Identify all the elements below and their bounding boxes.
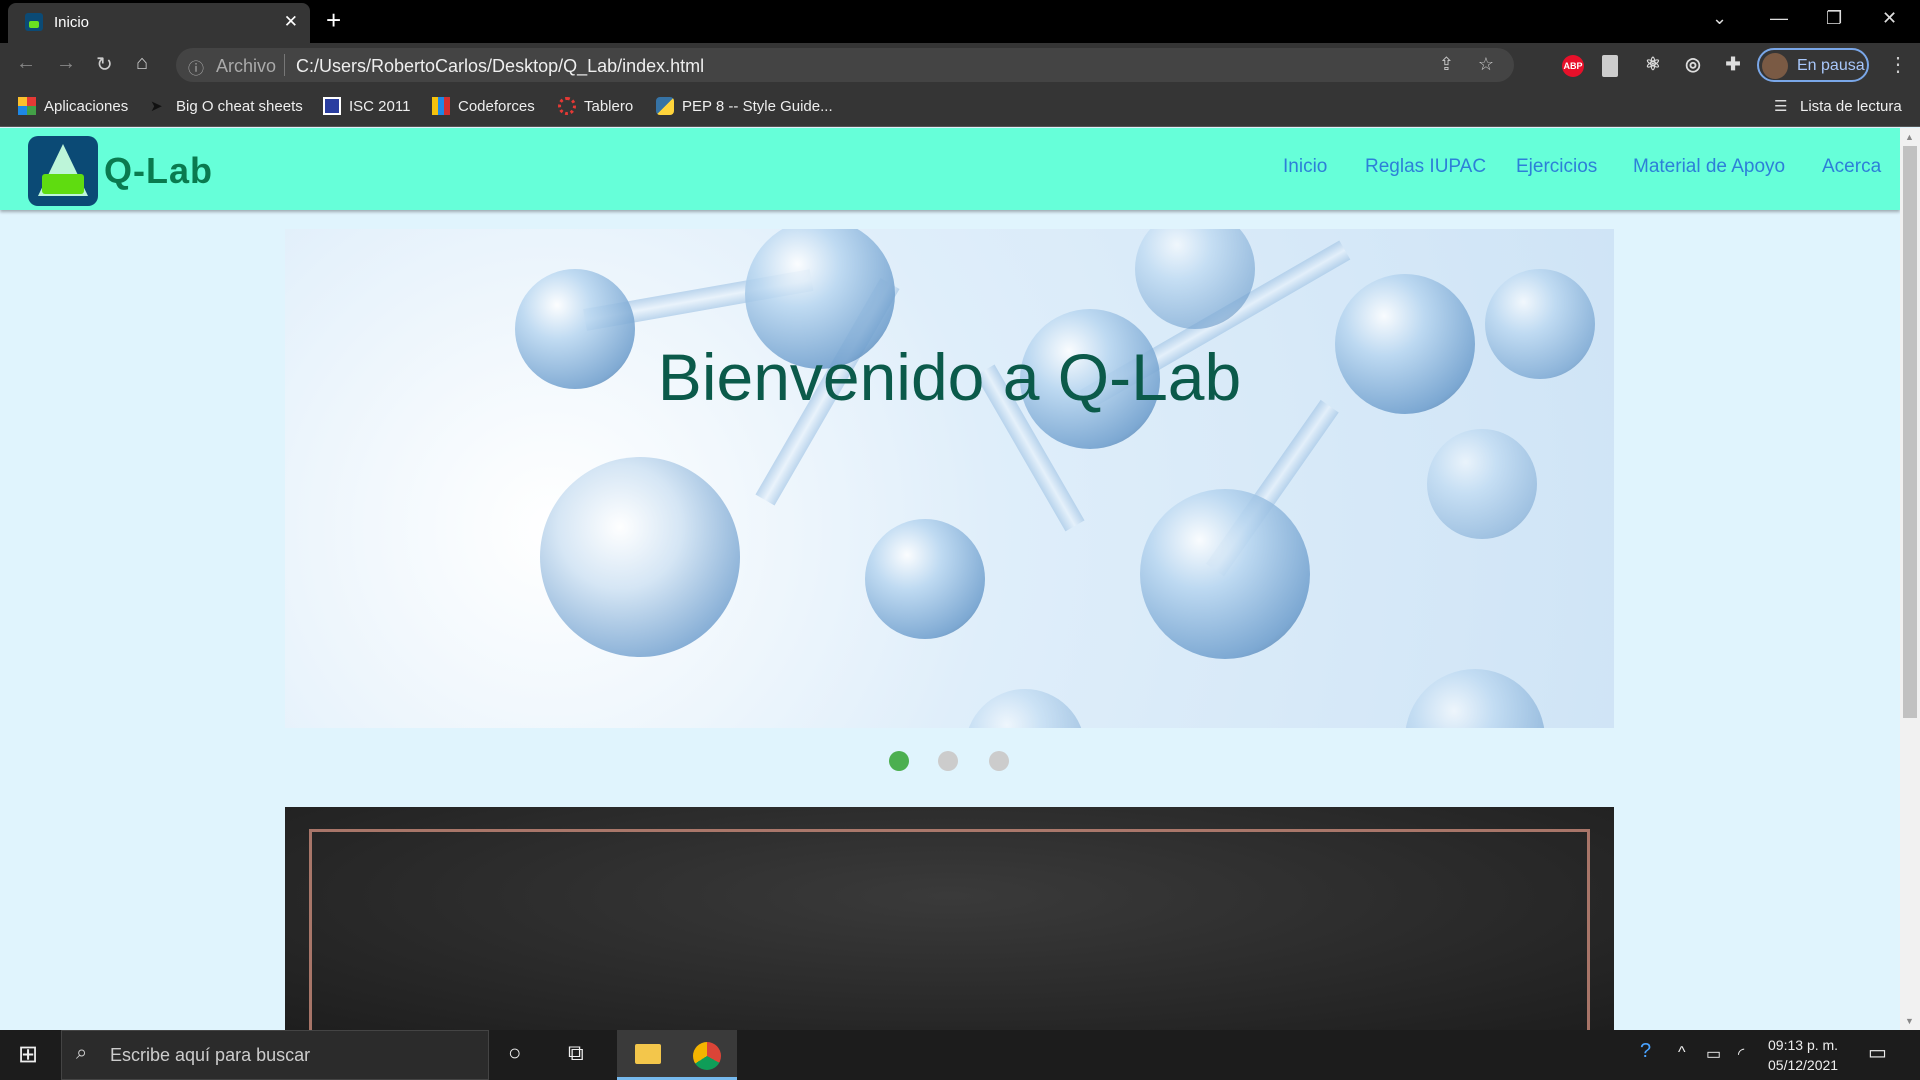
extensions-puzzle-icon[interactable]: ✚ bbox=[1722, 53, 1744, 75]
chalkboard-frame bbox=[309, 829, 1590, 1050]
hero-carousel-slide: Bienvenido a Q-Lab bbox=[285, 229, 1614, 728]
file-explorer-taskbar-button[interactable] bbox=[617, 1030, 677, 1080]
bookmark-label: Tablero bbox=[584, 97, 634, 115]
bookmark-codeforces[interactable]: Codeforces bbox=[432, 97, 535, 115]
close-tab-icon[interactable]: ✕ bbox=[284, 12, 298, 32]
windows-taskbar: ⊞ ⌕ Escribe aquí para buscar ○ ⧉ ? ^ ▭ ◜… bbox=[0, 1030, 1920, 1080]
bookmark-label: Aplicaciones bbox=[44, 97, 129, 115]
profile-status: En pausa bbox=[1797, 57, 1865, 74]
apps-grid-icon bbox=[18, 97, 36, 115]
clock-time: 09:13 p. m. bbox=[1768, 1037, 1839, 1053]
close-window-button[interactable]: ✕ bbox=[1882, 8, 1897, 29]
codeforces-bars-icon bbox=[432, 97, 450, 115]
isc-logo-icon bbox=[323, 97, 341, 115]
arrow-cursor-icon: ➤ bbox=[150, 98, 163, 115]
bookmark-pep8[interactable]: PEP 8 -- Style Guide... bbox=[656, 97, 833, 115]
reading-list-button[interactable]: ☰ Lista de lectura bbox=[1774, 97, 1902, 116]
scroll-up-icon[interactable]: ▲ bbox=[1905, 132, 1914, 142]
battery-icon[interactable]: ▭ bbox=[1706, 1044, 1721, 1064]
chrome-taskbar-button[interactable] bbox=[677, 1030, 737, 1080]
carousel-indicator-3[interactable] bbox=[989, 751, 1009, 771]
menu-kebab-icon[interactable]: ⋮ bbox=[1888, 52, 1908, 77]
search-placeholder: Escribe aquí para buscar bbox=[110, 1045, 311, 1065]
cortana-icon[interactable]: ○ bbox=[508, 1040, 521, 1066]
bookmark-isc[interactable]: ISC 2011 bbox=[323, 97, 410, 115]
browser-tab[interactable]: Inicio ✕ bbox=[8, 3, 310, 43]
taskbar-search-input[interactable]: ⌕ Escribe aquí para buscar bbox=[61, 1030, 489, 1080]
home-icon[interactable]: ⌂ bbox=[136, 52, 148, 75]
nav-material-de-apoyo[interactable]: Material de Apoyo bbox=[1633, 156, 1785, 178]
notifications-icon[interactable]: ▭ bbox=[1868, 1040, 1887, 1065]
reading-list-label: Lista de lectura bbox=[1800, 97, 1902, 115]
bookmark-big-o[interactable]: ➤ Big O cheat sheets bbox=[150, 97, 303, 116]
minimize-button[interactable]: — bbox=[1770, 8, 1788, 29]
adblock-icon[interactable]: ABP bbox=[1562, 55, 1584, 77]
task-view-icon[interactable]: ⧉ bbox=[568, 1040, 584, 1066]
folder-icon bbox=[635, 1044, 661, 1064]
browser-toolbar: ← → ↻ ⌂ ⓘ Archivo C:/Users/RobertoCarlos… bbox=[0, 43, 1920, 87]
nav-reglas-iupac[interactable]: Reglas IUPAC bbox=[1365, 156, 1486, 178]
bookmark-star-icon[interactable]: ☆ bbox=[1478, 54, 1494, 75]
bookmark-label: PEP 8 -- Style Guide... bbox=[682, 97, 833, 115]
bookmark-label: Codeforces bbox=[458, 97, 535, 115]
bookmark-apps[interactable]: Aplicaciones bbox=[18, 97, 128, 115]
bookmark-label: Big O cheat sheets bbox=[176, 97, 303, 115]
page-scrollbar[interactable]: ▲ ▼ bbox=[1900, 128, 1920, 1030]
q-lab-flask-logo[interactable] bbox=[28, 136, 98, 206]
show-hidden-icons-chevron[interactable]: ^ bbox=[1678, 1044, 1686, 1062]
share-icon[interactable]: ⇪ bbox=[1439, 54, 1454, 75]
new-tab-button[interactable]: + bbox=[326, 5, 341, 36]
avatar bbox=[1762, 53, 1788, 79]
info-icon[interactable]: ⓘ bbox=[188, 55, 204, 79]
help-icon[interactable]: ? bbox=[1640, 1040, 1651, 1063]
python-logo-icon bbox=[656, 97, 674, 115]
bookmarks-bar: Aplicaciones ➤ Big O cheat sheets ISC 201… bbox=[0, 87, 1920, 127]
bookmark-label: ISC 2011 bbox=[349, 97, 411, 115]
url-text[interactable]: C:/Users/RobertoCarlos/Desktop/Q_Lab/ind… bbox=[296, 56, 704, 77]
tab-search-icon[interactable]: ⌄ bbox=[1712, 8, 1727, 29]
hero-title: Bienvenido a Q-Lab bbox=[657, 340, 1242, 414]
wifi-icon[interactable]: ◜ bbox=[1738, 1044, 1744, 1064]
scrollbar-thumb[interactable] bbox=[1903, 146, 1917, 718]
document-extension-icon[interactable] bbox=[1602, 55, 1618, 77]
carousel-indicator-1[interactable] bbox=[889, 751, 909, 771]
logo-text[interactable]: Q-Lab bbox=[104, 150, 213, 192]
address-prefix: Archivo bbox=[216, 56, 277, 76]
bookmark-tablero[interactable]: Tablero bbox=[558, 97, 633, 115]
reload-icon[interactable]: ↻ bbox=[96, 52, 113, 77]
carousel-indicator-2[interactable] bbox=[938, 751, 958, 771]
tab-title: Inicio bbox=[54, 14, 90, 31]
search-icon: ⌕ bbox=[76, 1042, 88, 1064]
back-icon[interactable]: ← bbox=[16, 52, 36, 75]
reading-list-icon: ☰ bbox=[1774, 98, 1788, 115]
chalkboard-section bbox=[285, 807, 1614, 1050]
address-bar[interactable]: ⓘ Archivo C:/Users/RobertoCarlos/Desktop… bbox=[176, 48, 1514, 82]
scroll-down-icon[interactable]: ▼ bbox=[1905, 1016, 1914, 1026]
forward-icon[interactable]: → bbox=[56, 52, 76, 75]
react-devtools-icon[interactable]: ⚛ bbox=[1642, 53, 1664, 75]
target-extension-icon[interactable]: ◎ bbox=[1682, 53, 1704, 75]
nav-acerca[interactable]: Acerca bbox=[1822, 156, 1881, 178]
windows-start-icon[interactable]: ⊞ bbox=[18, 1040, 38, 1069]
tab-strip: Inicio ✕ + ⌄ — ❐ ✕ bbox=[0, 0, 1920, 43]
profile-button[interactable]: En pausa bbox=[1757, 48, 1869, 82]
site-navbar: Q-Lab Inicio Reglas IUPAC Ejercicios Mat… bbox=[0, 128, 1900, 210]
nav-ejercicios[interactable]: Ejercicios bbox=[1516, 156, 1597, 178]
taskbar-clock[interactable]: 09:13 p. m. 05/12/2021 bbox=[1768, 1035, 1838, 1075]
restore-button[interactable]: ❐ bbox=[1826, 8, 1842, 29]
divider bbox=[284, 54, 285, 76]
flask-favicon-icon bbox=[25, 13, 43, 31]
chrome-icon bbox=[693, 1042, 721, 1070]
canvas-logo-icon bbox=[558, 97, 576, 115]
nav-inicio[interactable]: Inicio bbox=[1283, 156, 1327, 178]
clock-date: 05/12/2021 bbox=[1768, 1057, 1839, 1073]
